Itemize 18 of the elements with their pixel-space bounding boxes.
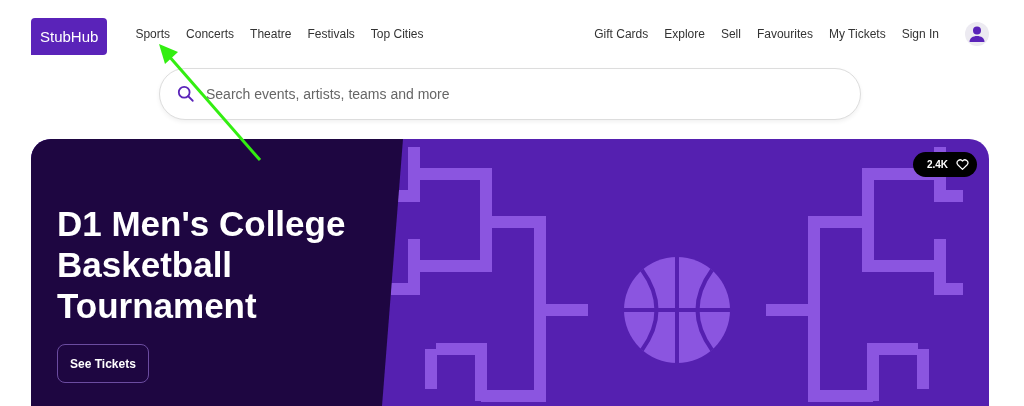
- nav-link[interactable]: My Tickets: [820, 27, 894, 41]
- search-field[interactable]: Search events, artists, teams and more: [159, 68, 861, 120]
- nav-link[interactable]: Sign In: [893, 27, 947, 41]
- nav-link[interactable]: Sports: [127, 27, 179, 41]
- nav-link[interactable]: Festivals: [299, 27, 363, 41]
- nav-link[interactable]: Theatre: [242, 27, 300, 41]
- nav-link[interactable]: Favourites: [748, 27, 821, 41]
- nav-link[interactable]: Gift Cards: [586, 27, 657, 41]
- nav-link[interactable]: Top Cities: [362, 27, 432, 41]
- nav-link[interactable]: Concerts: [178, 27, 243, 41]
- see-tickets-button[interactable]: See Tickets: [57, 344, 149, 383]
- hero-title: D1 Men's College Basketball Tournament: [57, 203, 347, 326]
- nav-link[interactable]: Sell: [712, 27, 749, 41]
- account-avatar-icon[interactable]: [965, 22, 989, 46]
- search-icon: [177, 85, 195, 103]
- stubhub-logo[interactable]: StubHub: [31, 17, 108, 55]
- favourite-count-button[interactable]: 2.4K: [912, 152, 977, 177]
- nav-link[interactable]: Explore: [656, 27, 713, 41]
